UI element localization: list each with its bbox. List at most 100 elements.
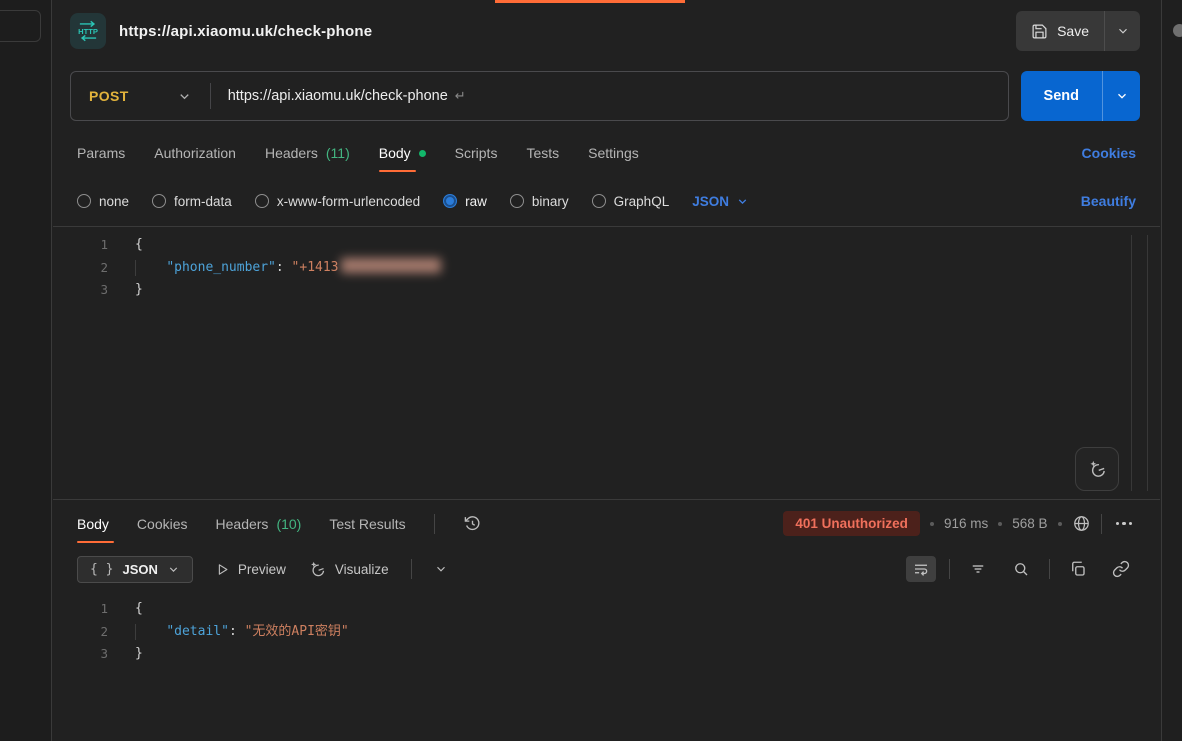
- line-number: 3: [53, 643, 108, 666]
- request-panel: HTTP https://api.xiaomu.uk/check-phone S…: [53, 0, 1160, 741]
- right-sidebar-collapsed: [1161, 0, 1182, 741]
- method-selector[interactable]: POST: [71, 88, 210, 104]
- play-preview-icon: [215, 562, 230, 577]
- response-tabs-row: Body Cookies Headers (10) Test Results 4…: [53, 500, 1160, 547]
- filter-icon[interactable]: [963, 556, 993, 582]
- network-globe-icon[interactable]: [1072, 514, 1091, 533]
- search-icon[interactable]: [1006, 556, 1036, 582]
- tab-headers[interactable]: Headers (11): [265, 130, 350, 176]
- mode-none[interactable]: none: [77, 194, 129, 209]
- line-number: 1: [53, 598, 108, 621]
- response-tab-body[interactable]: Body: [77, 500, 109, 547]
- tab-params[interactable]: Params: [77, 130, 125, 176]
- radio-x-www-form-urlencoded[interactable]: [255, 194, 269, 208]
- headers-count: (11): [326, 145, 350, 161]
- response-status-group: 401 Unauthorized 916 ms 568 B: [783, 511, 1136, 536]
- response-time[interactable]: 916 ms: [944, 516, 988, 531]
- status-badge[interactable]: 401 Unauthorized: [783, 511, 920, 536]
- redacted-phone-number: [341, 258, 441, 273]
- braces-icon: { }: [90, 562, 113, 577]
- response-body-editor[interactable]: 1 { 2 "detail": "无效的API密钥" 3 }: [53, 591, 1160, 741]
- app-window: HTTP https://api.xiaomu.uk/check-phone S…: [0, 0, 1182, 741]
- visualize-button[interactable]: Visualize: [308, 560, 389, 579]
- divider: [1049, 559, 1050, 579]
- postbot-button[interactable]: [1075, 447, 1119, 491]
- indent-guide: [135, 624, 136, 641]
- tab-authorization[interactable]: Authorization: [154, 130, 236, 176]
- json-key: "detail": [166, 624, 229, 639]
- chevron-down-icon: [177, 89, 192, 104]
- url-input[interactable]: https://api.xiaomu.uk/check-phone: [211, 88, 448, 104]
- tab-settings[interactable]: Settings: [588, 130, 639, 176]
- separator-dot: [998, 522, 1002, 526]
- code-line: 1 {: [53, 598, 1160, 621]
- radio-form-data[interactable]: [152, 194, 166, 208]
- response-size[interactable]: 568 B: [1012, 516, 1047, 531]
- radio-binary[interactable]: [510, 194, 524, 208]
- code-line: 2 "phone_number": "+1413: [53, 257, 1160, 280]
- mode-x-www-form-urlencoded[interactable]: x-www-form-urlencoded: [255, 194, 420, 209]
- chevron-down-icon: [167, 563, 180, 576]
- link-icon[interactable]: [1106, 556, 1136, 582]
- request-body-editor[interactable]: 1 { 2 "phone_number": "+1413 3 }: [53, 227, 1160, 499]
- response-tab-cookies[interactable]: Cookies: [137, 500, 188, 547]
- divider: [411, 559, 412, 579]
- mode-binary[interactable]: binary: [510, 194, 569, 209]
- response-tab-headers[interactable]: Headers (10): [216, 500, 302, 547]
- json-value-prefix: "+1413: [292, 260, 339, 275]
- toolbar-expand-chevron[interactable]: [434, 562, 448, 576]
- radio-graphql[interactable]: [592, 194, 606, 208]
- url-return-hint: ↵: [455, 88, 466, 104]
- save-floppy-icon: [1031, 23, 1048, 40]
- json-value: "无效的API密钥": [245, 624, 349, 639]
- radio-none[interactable]: [77, 194, 91, 208]
- more-options-icon[interactable]: [1112, 522, 1137, 526]
- response-tab-test-results[interactable]: Test Results: [329, 500, 405, 547]
- mode-graphql[interactable]: GraphQL: [592, 194, 670, 209]
- line-number: 3: [53, 279, 108, 302]
- mode-raw[interactable]: raw: [443, 194, 487, 209]
- left-sidebar-collapsed: [0, 0, 52, 741]
- divider: [434, 514, 435, 534]
- response-history-icon[interactable]: [463, 514, 482, 533]
- separator-dot: [930, 522, 934, 526]
- request-tabs-row: Params Authorization Headers (11) Body S…: [53, 130, 1160, 176]
- request-header-bar: HTTP https://api.xiaomu.uk/check-phone S…: [53, 0, 1160, 62]
- tab-tests[interactable]: Tests: [526, 130, 559, 176]
- copy-icon[interactable]: [1063, 556, 1093, 582]
- tab-body[interactable]: Body: [379, 130, 426, 176]
- visualize-sparkle-icon: [308, 560, 327, 579]
- wrap-text-icon[interactable]: [906, 556, 936, 582]
- right-rail-partial-icon[interactable]: [1173, 24, 1182, 37]
- chevron-down-icon: [736, 195, 749, 208]
- svg-text:HTTP: HTTP: [78, 27, 98, 36]
- cookies-link[interactable]: Cookies: [1082, 145, 1136, 161]
- body-mode-row: none form-data x-www-form-urlencoded raw…: [53, 176, 1160, 226]
- beautify-link[interactable]: Beautify: [1081, 193, 1136, 209]
- body-modified-dot: [419, 150, 426, 157]
- code-line: 3 }: [53, 643, 1160, 666]
- radio-raw-selected[interactable]: [443, 194, 457, 208]
- save-button-label: Save: [1057, 23, 1089, 39]
- language-selector[interactable]: JSON: [692, 194, 749, 209]
- response-format-dropdown[interactable]: { } JSON: [77, 556, 193, 583]
- send-options-dropdown[interactable]: [1102, 71, 1140, 121]
- line-number: 2: [53, 257, 108, 280]
- save-options-dropdown[interactable]: [1104, 11, 1140, 51]
- response-headers-count: (10): [276, 516, 301, 532]
- send-button-group: Send: [1021, 71, 1140, 121]
- method-label: POST: [89, 88, 129, 104]
- save-button-group: Save: [1016, 11, 1140, 51]
- response-toolbar: { } JSON Preview: [53, 547, 1160, 591]
- json-key: "phone_number": [166, 260, 276, 275]
- send-button-label: Send: [1044, 88, 1079, 104]
- response-toolbar-icons: [906, 556, 1136, 582]
- save-button[interactable]: Save: [1016, 11, 1104, 51]
- sidebar-partial-tile[interactable]: [0, 10, 41, 42]
- postbot-sparkle-icon: [1087, 459, 1108, 480]
- mode-form-data[interactable]: form-data: [152, 194, 232, 209]
- preview-button[interactable]: Preview: [215, 562, 286, 577]
- send-button[interactable]: Send: [1021, 71, 1102, 121]
- tab-scripts[interactable]: Scripts: [455, 130, 498, 176]
- editor-scrollbar-track[interactable]: [1131, 235, 1132, 491]
